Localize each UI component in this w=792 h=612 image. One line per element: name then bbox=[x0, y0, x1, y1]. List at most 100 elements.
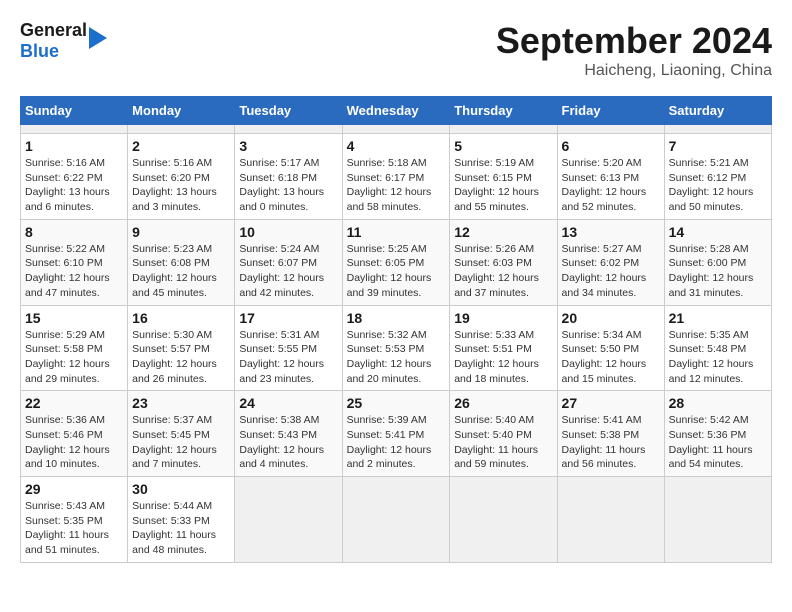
day-number: 22 bbox=[25, 395, 123, 411]
day-number: 28 bbox=[669, 395, 767, 411]
calendar-cell: 7 Sunrise: 5:21 AM Sunset: 6:12 PM Daylig… bbox=[664, 134, 771, 220]
day-info: Sunrise: 5:20 AM Sunset: 6:13 PM Dayligh… bbox=[562, 156, 660, 215]
calendar-cell: 25 Sunrise: 5:39 AM Sunset: 5:41 PM Dayli… bbox=[342, 391, 450, 477]
calendar-cell: 29 Sunrise: 5:43 AM Sunset: 5:35 PM Dayli… bbox=[21, 477, 128, 563]
calendar-cell bbox=[235, 477, 342, 563]
day-info: Sunrise: 5:42 AM Sunset: 5:36 PM Dayligh… bbox=[669, 413, 767, 472]
calendar-cell: 14Sunrise: 5:28 AM Sunset: 6:00 PM Dayli… bbox=[664, 219, 771, 305]
calendar-week-row: 1 Sunrise: 5:16 AM Sunset: 6:22 PM Daylig… bbox=[21, 134, 772, 220]
calendar-cell bbox=[557, 125, 664, 134]
day-number: 25 bbox=[347, 395, 446, 411]
day-info: Sunrise: 5:38 AM Sunset: 5:43 PM Dayligh… bbox=[239, 413, 337, 472]
calendar-cell: 10 Sunrise: 5:24 AM Sunset: 6:07 PM Dayli… bbox=[235, 219, 342, 305]
day-info: Sunrise: 5:31 AM Sunset: 5:55 PM Dayligh… bbox=[239, 328, 337, 387]
calendar-cell bbox=[664, 477, 771, 563]
calendar-cell: 16Sunrise: 5:30 AM Sunset: 5:57 PM Dayli… bbox=[128, 305, 235, 391]
day-number: 26 bbox=[454, 395, 552, 411]
day-number: 4 bbox=[347, 138, 446, 154]
calendar-cell: 22Sunrise: 5:36 AM Sunset: 5:46 PM Dayli… bbox=[21, 391, 128, 477]
day-info: Sunrise: 5:16 AM Sunset: 6:22 PM Dayligh… bbox=[25, 156, 123, 215]
day-of-week-header: Monday bbox=[128, 97, 235, 125]
day-number: 7 bbox=[669, 138, 767, 154]
calendar-cell bbox=[342, 477, 450, 563]
day-of-week-header: Saturday bbox=[664, 97, 771, 125]
day-of-week-header: Thursday bbox=[450, 97, 557, 125]
location-subtitle: Haicheng, Liaoning, China bbox=[496, 62, 772, 80]
day-info: Sunrise: 5:18 AM Sunset: 6:17 PM Dayligh… bbox=[347, 156, 446, 215]
day-of-week-header: Wednesday bbox=[342, 97, 450, 125]
calendar-cell: 8 Sunrise: 5:22 AM Sunset: 6:10 PM Daylig… bbox=[21, 219, 128, 305]
day-info: Sunrise: 5:44 AM Sunset: 5:33 PM Dayligh… bbox=[132, 499, 230, 558]
calendar-cell: 11Sunrise: 5:25 AM Sunset: 6:05 PM Dayli… bbox=[342, 219, 450, 305]
day-info: Sunrise: 5:41 AM Sunset: 5:38 PM Dayligh… bbox=[562, 413, 660, 472]
calendar-cell bbox=[557, 477, 664, 563]
day-info: Sunrise: 5:29 AM Sunset: 5:58 PM Dayligh… bbox=[25, 328, 123, 387]
title-area: September 2024 Haicheng, Liaoning, China bbox=[496, 20, 772, 80]
day-info: Sunrise: 5:37 AM Sunset: 5:45 PM Dayligh… bbox=[132, 413, 230, 472]
day-info: Sunrise: 5:21 AM Sunset: 6:12 PM Dayligh… bbox=[669, 156, 767, 215]
day-number: 1 bbox=[25, 138, 123, 154]
calendar-cell: 1 Sunrise: 5:16 AM Sunset: 6:22 PM Daylig… bbox=[21, 134, 128, 220]
day-info: Sunrise: 5:33 AM Sunset: 5:51 PM Dayligh… bbox=[454, 328, 552, 387]
day-number: 13 bbox=[562, 224, 660, 240]
day-number: 20 bbox=[562, 310, 660, 326]
day-number: 30 bbox=[132, 481, 230, 497]
calendar-cell: 3Sunrise: 5:17 AM Sunset: 6:18 PM Daylig… bbox=[235, 134, 342, 220]
day-of-week-header: Sunday bbox=[21, 97, 128, 125]
calendar-week-row: 22Sunrise: 5:36 AM Sunset: 5:46 PM Dayli… bbox=[21, 391, 772, 477]
day-number: 5 bbox=[454, 138, 552, 154]
day-info: Sunrise: 5:22 AM Sunset: 6:10 PM Dayligh… bbox=[25, 242, 123, 301]
calendar-cell: 4 Sunrise: 5:18 AM Sunset: 6:17 PM Daylig… bbox=[342, 134, 450, 220]
day-number: 17 bbox=[239, 310, 337, 326]
day-of-week-header: Tuesday bbox=[235, 97, 342, 125]
calendar-cell: 12 Sunrise: 5:26 AM Sunset: 6:03 PM Dayli… bbox=[450, 219, 557, 305]
day-info: Sunrise: 5:27 AM Sunset: 6:02 PM Dayligh… bbox=[562, 242, 660, 301]
day-of-week-header: Friday bbox=[557, 97, 664, 125]
calendar-cell: 30 Sunrise: 5:44 AM Sunset: 5:33 PM Dayli… bbox=[128, 477, 235, 563]
day-number: 10 bbox=[239, 224, 337, 240]
calendar-cell bbox=[664, 125, 771, 134]
calendar-table: SundayMondayTuesdayWednesdayThursdayFrid… bbox=[20, 96, 772, 563]
calendar-cell: 15 Sunrise: 5:29 AM Sunset: 5:58 PM Dayli… bbox=[21, 305, 128, 391]
day-info: Sunrise: 5:19 AM Sunset: 6:15 PM Dayligh… bbox=[454, 156, 552, 215]
day-number: 12 bbox=[454, 224, 552, 240]
day-number: 18 bbox=[347, 310, 446, 326]
day-number: 19 bbox=[454, 310, 552, 326]
calendar-cell: 20 Sunrise: 5:34 AM Sunset: 5:50 PM Dayli… bbox=[557, 305, 664, 391]
logo-text: General Blue bbox=[20, 20, 87, 61]
calendar-cell: 9Sunrise: 5:23 AM Sunset: 6:08 PM Daylig… bbox=[128, 219, 235, 305]
calendar-week-row: 15 Sunrise: 5:29 AM Sunset: 5:58 PM Dayli… bbox=[21, 305, 772, 391]
day-info: Sunrise: 5:35 AM Sunset: 5:48 PM Dayligh… bbox=[669, 328, 767, 387]
calendar-cell bbox=[450, 477, 557, 563]
month-year-title: September 2024 bbox=[496, 20, 772, 62]
calendar-cell: 23Sunrise: 5:37 AM Sunset: 5:45 PM Dayli… bbox=[128, 391, 235, 477]
calendar-cell bbox=[450, 125, 557, 134]
day-info: Sunrise: 5:24 AM Sunset: 6:07 PM Dayligh… bbox=[239, 242, 337, 301]
calendar-cell: 19 Sunrise: 5:33 AM Sunset: 5:51 PM Dayli… bbox=[450, 305, 557, 391]
day-number: 11 bbox=[347, 224, 446, 240]
day-number: 8 bbox=[25, 224, 123, 240]
calendar-cell: 21 Sunrise: 5:35 AM Sunset: 5:48 PM Dayli… bbox=[664, 305, 771, 391]
day-info: Sunrise: 5:28 AM Sunset: 6:00 PM Dayligh… bbox=[669, 242, 767, 301]
day-number: 15 bbox=[25, 310, 123, 326]
calendar-cell bbox=[128, 125, 235, 134]
day-info: Sunrise: 5:26 AM Sunset: 6:03 PM Dayligh… bbox=[454, 242, 552, 301]
day-info: Sunrise: 5:16 AM Sunset: 6:20 PM Dayligh… bbox=[132, 156, 230, 215]
calendar-cell: 24Sunrise: 5:38 AM Sunset: 5:43 PM Dayli… bbox=[235, 391, 342, 477]
day-number: 29 bbox=[25, 481, 123, 497]
day-info: Sunrise: 5:23 AM Sunset: 6:08 PM Dayligh… bbox=[132, 242, 230, 301]
day-info: Sunrise: 5:30 AM Sunset: 5:57 PM Dayligh… bbox=[132, 328, 230, 387]
calendar-cell: 13 Sunrise: 5:27 AM Sunset: 6:02 PM Dayli… bbox=[557, 219, 664, 305]
day-info: Sunrise: 5:17 AM Sunset: 6:18 PM Dayligh… bbox=[239, 156, 337, 215]
day-info: Sunrise: 5:43 AM Sunset: 5:35 PM Dayligh… bbox=[25, 499, 123, 558]
logo: General Blue bbox=[20, 20, 107, 61]
day-info: Sunrise: 5:34 AM Sunset: 5:50 PM Dayligh… bbox=[562, 328, 660, 387]
day-info: Sunrise: 5:40 AM Sunset: 5:40 PM Dayligh… bbox=[454, 413, 552, 472]
day-info: Sunrise: 5:32 AM Sunset: 5:53 PM Dayligh… bbox=[347, 328, 446, 387]
calendar-cell: 28 Sunrise: 5:42 AM Sunset: 5:36 PM Dayli… bbox=[664, 391, 771, 477]
day-info: Sunrise: 5:39 AM Sunset: 5:41 PM Dayligh… bbox=[347, 413, 446, 472]
calendar-cell: 2 Sunrise: 5:16 AM Sunset: 6:20 PM Daylig… bbox=[128, 134, 235, 220]
day-number: 2 bbox=[132, 138, 230, 154]
day-number: 21 bbox=[669, 310, 767, 326]
calendar-cell: 18 Sunrise: 5:32 AM Sunset: 5:53 PM Dayli… bbox=[342, 305, 450, 391]
